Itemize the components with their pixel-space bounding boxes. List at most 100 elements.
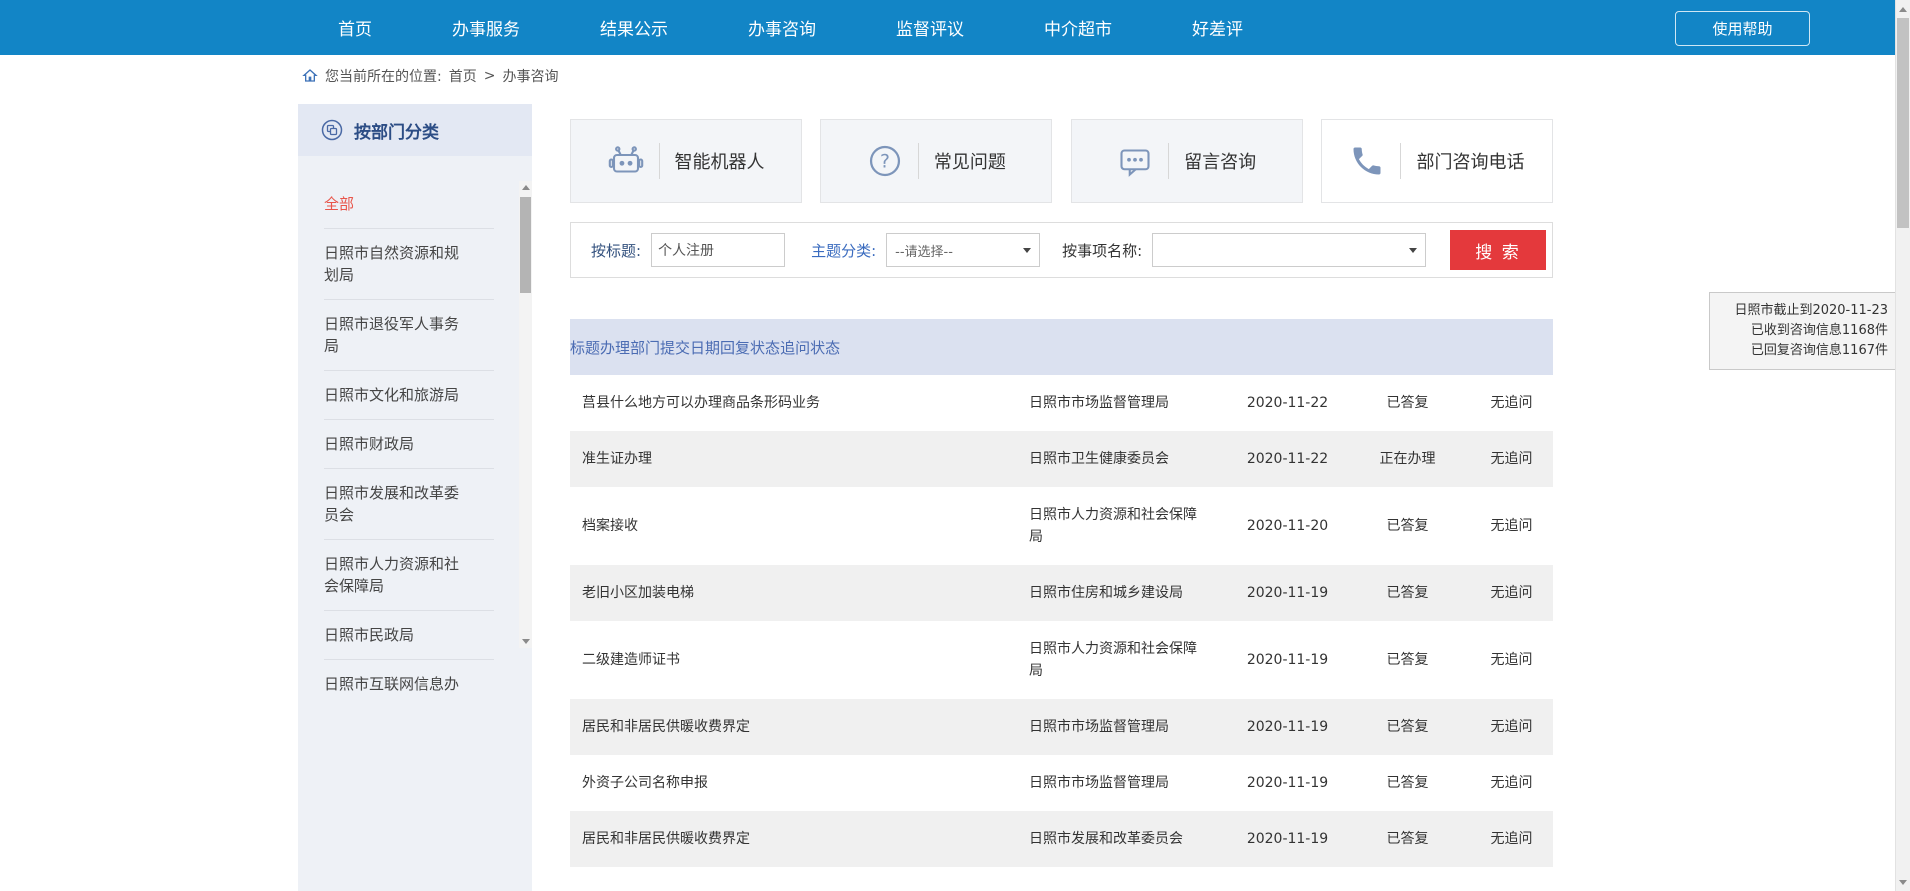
cell-title[interactable]: 档案接收 [570, 498, 1015, 554]
quick-link-label: 留言咨询 [1184, 148, 1256, 174]
stats-line-2: 已收到咨询信息1168件 [1716, 321, 1888, 341]
cell-title[interactable]: 外资子公司名称申报 [570, 755, 1015, 811]
card-divider [659, 143, 660, 179]
cell-title[interactable]: 老旧小区加装电梯 [570, 565, 1015, 621]
quick-link-card[interactable]: ? 留言咨询 [1071, 119, 1303, 203]
sidebar-scrollbar-thumb[interactable] [520, 197, 531, 293]
scroll-up-icon[interactable] [519, 181, 532, 194]
sidebar-item-label: 全部 [324, 193, 464, 215]
sidebar-item-label: 日照市财政局 [324, 433, 464, 455]
item-filter-label: 按事项名称: [1062, 240, 1142, 261]
sidebar-scrollbar[interactable] [519, 181, 532, 648]
breadcrumb-home-link[interactable]: 首页 [449, 66, 477, 86]
sidebar-item[interactable]: 日照市人力资源和社会保障局 [324, 540, 494, 611]
breadcrumb-current: 办事咨询 [502, 66, 558, 86]
sidebar-item[interactable]: 日照市退役军人事务局 [324, 300, 494, 371]
cell-submit-date: 2020-11-22 [1230, 375, 1345, 431]
cell-department: 日照市市场监督管理局 [1015, 699, 1230, 755]
sidebar-item[interactable]: 全部 [324, 180, 494, 229]
scroll-down-icon[interactable] [1896, 875, 1910, 889]
nav-item[interactable]: 中介超市 [1044, 15, 1112, 40]
sidebar-item[interactable]: 日照市财政局 [324, 420, 494, 469]
quick-link-label: 部门咨询电话 [1416, 148, 1524, 174]
cell-submit-date: 2020-11-20 [1230, 498, 1345, 554]
cell-reply-status: 已答复 [1345, 375, 1470, 431]
nav-item[interactable]: 结果公示 [600, 15, 668, 40]
main-nav: 首页 办事服务 结果公示 办事咨询 监督评议 中介超市 好差评 [338, 0, 1243, 55]
cell-title[interactable]: 居民和非居民供暖收费界定 [570, 699, 1015, 755]
search-button[interactable]: 搜 索 [1450, 230, 1546, 270]
cell-title[interactable]: 准生证办理 [570, 431, 1015, 487]
sidebar-title: 按部门分类 [354, 118, 439, 143]
nav-item[interactable]: 办事咨询 [748, 15, 816, 40]
table-row[interactable]: 档案接收 日照市人力资源和社会保障局 2020-11-20 已答复 无追问 [570, 487, 1553, 565]
cell-submit-date: 2020-11-19 [1230, 755, 1345, 811]
stats-line-3: 已回复咨询信息1167件 [1716, 341, 1888, 361]
cell-reply-status: 已答复 [1345, 811, 1470, 867]
cell-followup-status: 无追问 [1470, 699, 1553, 755]
cell-followup-status: 无追问 [1470, 755, 1553, 811]
table-row[interactable]: 居民和非居民供暖收费界定 日照市市场监督管理局 2020-11-19 已答复 无… [570, 699, 1553, 755]
table-row[interactable]: 准生证办理 日照市卫生健康委员会 2020-11-22 正在办理 无追问 [570, 431, 1553, 487]
sidebar-item-label: 日照市文化和旅游局 [324, 384, 464, 406]
quick-link-card[interactable]: ? 智能机器人 [570, 119, 802, 203]
chevron-down-icon [1023, 248, 1031, 253]
sidebar-item-label: 日照市自然资源和规划局 [324, 242, 464, 286]
quick-link-card[interactable]: ? 常见问题 [820, 119, 1052, 203]
quick-link-card[interactable]: ? 部门咨询电话 [1321, 119, 1553, 203]
cell-department: 日照市人力资源和社会保障局 [1015, 487, 1230, 565]
column-header: 回复状态 [720, 337, 780, 358]
cell-submit-date: 2020-11-19 [1230, 811, 1345, 867]
sidebar-item-label: 日照市退役军人事务局 [324, 313, 464, 357]
help-button[interactable]: 使用帮助 [1675, 11, 1810, 46]
table-row[interactable]: 外资子公司名称申报 日照市市场监督管理局 2020-11-19 已答复 无追问 [570, 755, 1553, 811]
item-name-select[interactable] [1152, 233, 1426, 267]
cell-reply-status: 已答复 [1345, 699, 1470, 755]
cell-department: 日照市市场监督管理局 [1015, 755, 1230, 811]
cell-title[interactable]: 莒县什么地方可以办理商品条形码业务 [570, 375, 1015, 431]
scroll-up-icon[interactable] [1896, 2, 1910, 16]
search-panel: 按标题: 主题分类: --请选择-- 按事项名称: 搜 索 [570, 222, 1553, 278]
nav-item[interactable]: 监督评议 [896, 15, 964, 40]
card-divider [918, 143, 919, 179]
cell-submit-date: 2020-11-19 [1230, 565, 1345, 621]
card-divider [1400, 143, 1401, 179]
breadcrumb-prefix: 您当前所在的位置: [325, 66, 442, 86]
cell-title[interactable]: 二级建造师证书 [570, 632, 1015, 688]
table-row[interactable]: 居民和非居民供暖收费界定 日照市发展和改革委员会 2020-11-19 已答复 … [570, 811, 1553, 867]
nav-item[interactable]: 办事服务 [452, 15, 520, 40]
sidebar-item[interactable]: 日照市文化和旅游局 [324, 371, 494, 420]
title-filter-input[interactable] [651, 233, 785, 267]
cell-followup-status: 无追问 [1470, 431, 1553, 487]
breadcrumb-separator: > [484, 68, 496, 84]
sidebar-item-label: 日照市民政局 [324, 624, 464, 646]
message-icon [1117, 143, 1153, 179]
table-row[interactable]: 莒县什么地方可以办理商品条形码业务 日照市市场监督管理局 2020-11-22 … [570, 375, 1553, 431]
page-scrollbar-thumb[interactable] [1897, 18, 1909, 228]
nav-item[interactable]: 好差评 [1192, 15, 1243, 40]
nav-item[interactable]: 首页 [338, 15, 372, 40]
sidebar-item[interactable]: 日照市自然资源和规划局 [324, 229, 494, 300]
column-header: 标题 [570, 337, 600, 358]
table-row[interactable]: 老旧小区加装电梯 日照市住房和城乡建设局 2020-11-19 已答复 无追问 [570, 565, 1553, 621]
cell-submit-date: 2020-11-19 [1230, 632, 1345, 688]
phone-icon [1349, 143, 1385, 179]
svg-text:?: ? [880, 152, 890, 173]
cell-department: 日照市住房和城乡建设局 [1015, 565, 1230, 621]
card-divider [1168, 143, 1169, 179]
table-row[interactable]: 二级建造师证书 日照市人力资源和社会保障局 2020-11-19 已答复 无追问 [570, 621, 1553, 699]
cell-title[interactable]: 居民和非居民供暖收费界定 [570, 811, 1015, 867]
department-list: 全部 日照市自然资源和规划局 日照市退役军人事务局 日照市文化和旅游局 日照市财… [298, 156, 532, 708]
cell-reply-status: 已答复 [1345, 565, 1470, 621]
cell-reply-status: 正在办理 [1345, 431, 1470, 487]
category-icon [320, 118, 344, 142]
cell-submit-date: 2020-11-22 [1230, 431, 1345, 487]
page-scrollbar[interactable] [1895, 0, 1910, 891]
sidebar-item[interactable]: 日照市互联网信息办 [324, 660, 494, 708]
category-select[interactable]: --请选择-- [886, 233, 1040, 267]
sidebar-item[interactable]: 日照市发展和改革委员会 [324, 469, 494, 540]
scroll-down-icon[interactable] [519, 635, 532, 648]
stats-line-1: 日照市截止到2020-11-23 [1716, 301, 1888, 321]
sidebar-item[interactable]: 日照市民政局 [324, 611, 494, 660]
quick-link-label: 常见问题 [934, 148, 1006, 174]
